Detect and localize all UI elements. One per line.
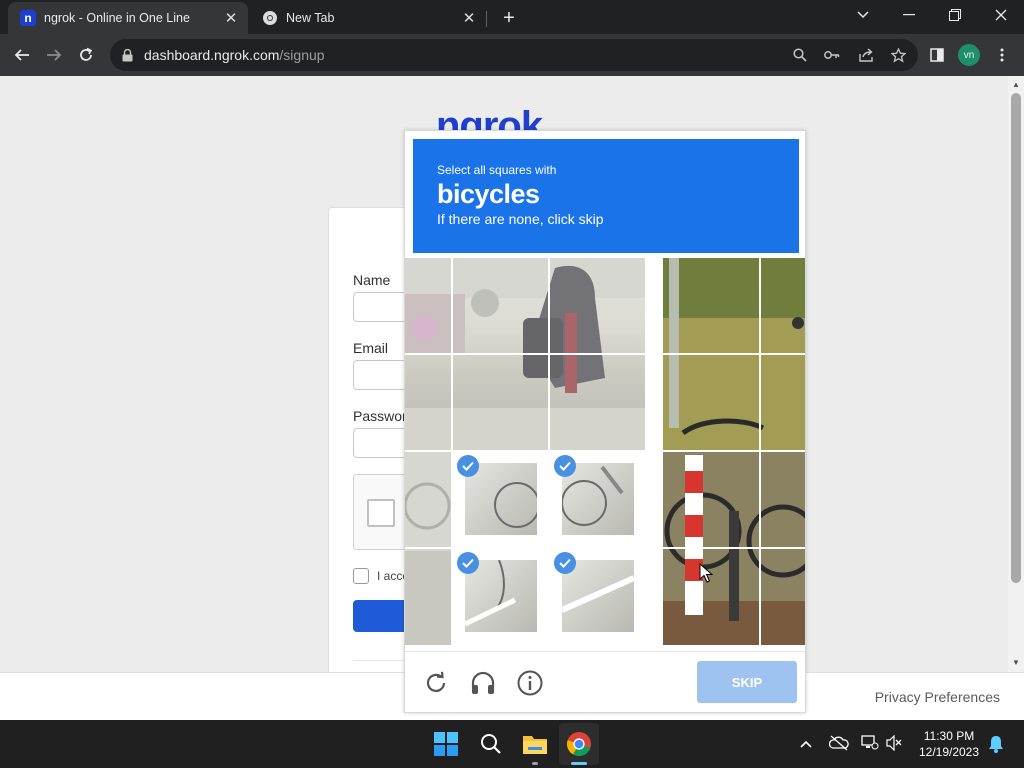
- key-icon[interactable]: [822, 45, 842, 65]
- scroll-down-arrow-icon[interactable]: ▼: [1012, 658, 1020, 667]
- tile-image: [463, 559, 537, 632]
- name-label: Name: [353, 272, 391, 288]
- tab-search-chevron-icon[interactable]: [840, 0, 886, 30]
- challenge-image-grid: [405, 258, 805, 645]
- divider: [405, 651, 805, 652]
- tab-separator: [486, 11, 487, 27]
- grid-line: [405, 450, 805, 452]
- windows-taskbar: 11:30 PM 12/19/2023: [0, 720, 1024, 768]
- running-indicator: [532, 762, 538, 765]
- email-label: Email: [353, 340, 389, 356]
- windows-start-icon[interactable]: [430, 728, 462, 760]
- scrollbar-thumb[interactable]: [1011, 93, 1021, 583]
- tile-image: [560, 560, 636, 632]
- challenge-prompt: Select all squares with bicycles If ther…: [413, 139, 799, 253]
- new-tab-button[interactable]: +: [496, 5, 522, 31]
- ngrok-favicon-icon: n: [20, 10, 36, 26]
- close-tab-icon[interactable]: ✕: [220, 7, 242, 29]
- scroll-up-arrow-icon[interactable]: ▲: [1012, 80, 1020, 89]
- page-scrollbar[interactable]: ▲ ▼: [1008, 76, 1024, 672]
- network-icon[interactable]: [861, 734, 879, 753]
- tab-title: New Tab: [286, 11, 335, 25]
- mouse-cursor-icon: [699, 562, 714, 588]
- close-window-button[interactable]: [978, 0, 1024, 30]
- tray-chevron-up-icon[interactable]: [800, 736, 812, 751]
- volume-muted-icon[interactable]: [886, 734, 902, 754]
- tile-image: [561, 463, 634, 535]
- prompt-instruction: Select all squares with: [437, 163, 557, 177]
- active-indicator: [571, 762, 587, 765]
- search-icon[interactable]: [475, 728, 507, 760]
- chrome-icon[interactable]: [563, 728, 595, 760]
- skip-button[interactable]: SKIP: [697, 661, 797, 703]
- notification-bell-icon[interactable]: [988, 735, 1004, 756]
- checkmark-icon: [457, 455, 479, 477]
- lock-icon[interactable]: [122, 48, 134, 62]
- browser-toolbar: dashboard.ngrok.com/signup vn: [0, 34, 1024, 76]
- share-icon[interactable]: [856, 45, 876, 65]
- captcha-challenge-dialog: Select all squares with bicycles If ther…: [404, 130, 806, 713]
- checkmark-icon: [554, 455, 576, 477]
- checkmark-icon: [457, 552, 479, 574]
- bookmark-star-icon[interactable]: [888, 45, 908, 65]
- minimize-button[interactable]: [886, 0, 932, 30]
- password-label: Passwor: [353, 408, 407, 424]
- url-host: dashboard.ngrok.com: [144, 47, 280, 63]
- clock-time: 11:30 PM: [923, 729, 975, 743]
- close-tab-icon[interactable]: ✕: [458, 7, 480, 29]
- checkmark-icon: [554, 552, 576, 574]
- chrome-icon: [262, 10, 278, 26]
- tab-title: ngrok - Online in One Line: [44, 11, 190, 25]
- clock-date: 12/19/2023: [918, 745, 980, 759]
- onedrive-offline-icon[interactable]: [828, 735, 849, 754]
- taskbar-clock[interactable]: 11:30 PM 12/19/2023: [914, 728, 984, 760]
- file-explorer-icon[interactable]: [519, 728, 551, 760]
- profile-avatar[interactable]: vn: [958, 44, 980, 66]
- prompt-subtext: If there are none, click skip: [437, 211, 604, 227]
- tile-image: [465, 463, 540, 535]
- captcha-checkbox[interactable]: [367, 499, 395, 527]
- tab-new-tab[interactable]: New Tab ✕: [250, 2, 487, 34]
- grid-line: [405, 353, 805, 355]
- url-path: /signup: [279, 47, 325, 63]
- accept-terms-checkbox[interactable]: [353, 568, 369, 584]
- info-icon[interactable]: [515, 668, 545, 698]
- side-panel-icon[interactable]: [927, 45, 947, 65]
- back-button[interactable]: [8, 41, 36, 69]
- prompt-target: bicycles: [437, 179, 540, 209]
- forward-button[interactable]: [40, 41, 68, 69]
- privacy-preferences-link[interactable]: Privacy Preferences: [875, 689, 1000, 705]
- headphones-icon[interactable]: [468, 668, 498, 698]
- tab-ngrok[interactable]: n ngrok - Online in One Line ✕: [8, 2, 248, 34]
- more-menu-icon[interactable]: [992, 45, 1012, 65]
- reload-button[interactable]: [72, 41, 100, 69]
- refresh-icon[interactable]: [421, 668, 451, 698]
- grid-line: [405, 547, 805, 549]
- accept-terms-row[interactable]: I acce: [353, 568, 409, 584]
- zoom-search-icon[interactable]: [790, 45, 810, 65]
- tab-strip: n ngrok - Online in One Line ✕ New Tab ✕…: [0, 0, 1024, 34]
- restore-button[interactable]: [932, 0, 978, 30]
